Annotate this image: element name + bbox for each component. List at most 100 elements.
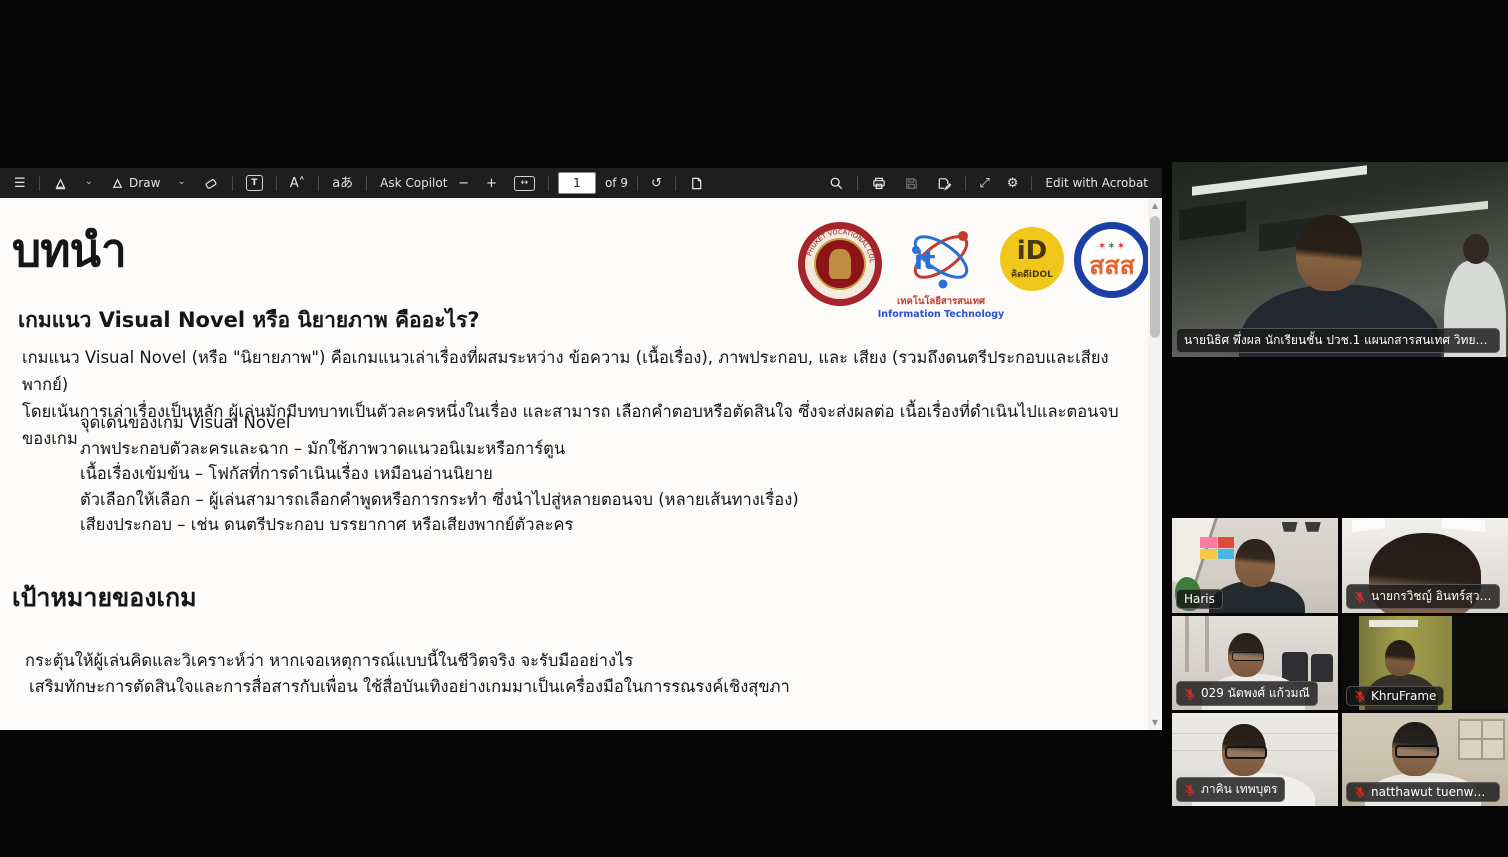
toolbar-divider — [857, 176, 858, 191]
translate-button[interactable]: aあ — [328, 175, 357, 192]
zoom-out-button[interactable]: − — [454, 175, 473, 192]
toolbar-divider — [675, 176, 676, 191]
phuket-vocational-college-logo: PHUKET VOCATIONAL COLLEGE — [798, 222, 882, 306]
search-button[interactable] — [825, 174, 848, 193]
rotate-button[interactable]: ↺ — [647, 175, 666, 192]
toolbar-divider — [1031, 176, 1032, 191]
participant-tile-pakin[interactable]: ภาคิน เทพบุตร — [1172, 713, 1338, 806]
goal-list: กระตุ้นให้ผู้เล่นคิดและวิเคราะห์ว่า หากเ… — [25, 648, 790, 700]
save-icon — [904, 176, 919, 191]
participant-tile-korawit[interactable]: นายกรวิชญ์ อินทร์สุวรรณ์ — [1342, 518, 1508, 613]
erase-button[interactable] — [199, 174, 223, 193]
toolbar-divider — [965, 176, 966, 191]
settings-button[interactable]: ⚙ — [1003, 175, 1023, 192]
participant-name-label: ภาคิน เทพบุตร — [1176, 777, 1285, 802]
participant-name-label: natthawut tuenweradet — [1346, 782, 1500, 802]
participant-name-label: Haris — [1176, 589, 1223, 609]
participant-tile-haris[interactable]: Haris — [1172, 518, 1338, 613]
participant-tile-029-nattapong[interactable]: 029 นัตพงศ์ แก้วมณี — [1172, 616, 1338, 710]
thaihealth-sss-logo: ✶✶✶ สสส — [1074, 222, 1150, 298]
it-caption-english: Information Technology — [878, 309, 1004, 320]
menu-icon[interactable]: ☰ — [10, 175, 30, 192]
toolbar-divider — [39, 176, 40, 191]
section-heading-game-goals: เป้าหมายของเกม — [12, 578, 197, 618]
ask-copilot-button[interactable]: Ask Copilot — [376, 174, 451, 192]
fit-width-icon: ↔ — [514, 176, 535, 191]
it-caption-thai: เทคโนโลยีสารสนเทศ — [897, 294, 985, 309]
pdf-page: บทนำ PHUKET VOCATIONAL COLLEGE — [0, 198, 1148, 730]
paragraph-line: เกมแนว Visual Novel (หรือ "นิยายภาพ") คื… — [22, 344, 1140, 398]
feature-item: เสียงประกอบ – เช่น ดนตรีประกอบ บรรยากาศ … — [80, 512, 799, 538]
participant-name-label: นายกรวิชญ์ อินทร์สุวรรณ์ — [1346, 584, 1500, 609]
participant-tile-natthawut[interactable]: natthawut tuenweradet — [1342, 713, 1508, 806]
kiddee-monogram: iD — [1017, 238, 1048, 264]
logo-row: PHUKET VOCATIONAL COLLEGE it เทคโนโลยีสา… — [798, 222, 1150, 320]
draw-pen-icon — [110, 176, 125, 191]
muted-mic-icon — [1184, 688, 1196, 700]
print-icon — [871, 176, 887, 191]
toolbar-divider — [318, 176, 319, 191]
draw-label: Draw — [129, 176, 160, 190]
fullscreen-button[interactable]: ⤢ — [975, 175, 993, 192]
participant-tile-khruframe[interactable]: KhruFrame — [1342, 616, 1508, 710]
fit-to-width-button[interactable]: ↔ — [510, 174, 539, 193]
goal-item: กระตุ้นให้ผู้เล่นคิดและวิเคราะห์ว่า หากเ… — [25, 648, 790, 674]
main-video-tile[interactable]: นายนิธิศ พึ่งผล นักเรียนชั้น ปวช.1 แผนกส… — [1172, 162, 1508, 357]
scrollbar-thumb[interactable] — [1150, 216, 1160, 338]
toolbar-divider — [637, 176, 638, 191]
svg-text:PHUKET VOCATIONAL COLLEGE: PHUKET VOCATIONAL COLLEGE — [798, 222, 876, 263]
muted-mic-icon — [1354, 690, 1366, 702]
page-number-input[interactable] — [558, 172, 596, 194]
draw-button[interactable]: Draw — [106, 174, 164, 193]
save-as-icon — [936, 176, 952, 191]
college-ring-text: PHUKET VOCATIONAL COLLEGE — [798, 222, 876, 263]
feature-item: จุดเด่นของเกม Visual Novel — [80, 410, 799, 436]
feature-item: ตัวเลือกให้เลือก – ผู้เล่นสามารถเลือกคำพ… — [80, 487, 799, 513]
scroll-down-arrow[interactable]: ▼ — [1148, 718, 1162, 727]
pdf-scrollbar[interactable]: ▲ ▼ — [1148, 198, 1162, 730]
muted-mic-icon — [1354, 786, 1366, 798]
page-view-icon — [689, 176, 704, 191]
feature-item: ภาพประกอบตัวละครและฉาก – มักใช้ภาพวาดแนว… — [80, 436, 799, 462]
information-technology-logo: it เทคโนโลยีสารสนเทศ Information Technol… — [892, 222, 990, 320]
section-heading-what-is-visual-novel: เกมแนว Visual Novel หรือ นิยายภาพ คืออะไ… — [18, 304, 480, 337]
highlight-button[interactable] — [49, 174, 72, 193]
glasses — [1225, 746, 1267, 759]
add-text-button[interactable]: T — [242, 173, 267, 193]
read-aloud-button[interactable]: A˄ — [286, 175, 309, 192]
pdf-toolbar: ☰ ⌄ Draw ⌄ T A˄ aあ Ask Copilot — [0, 168, 1162, 198]
highlighter-icon — [53, 176, 68, 191]
office-wall-logo — [1200, 537, 1234, 559]
feature-item: เนื้อเรื่องเข้มข้น – โฟกัสที่การดำเนินเร… — [80, 461, 799, 487]
pdf-viewer-window: ☰ ⌄ Draw ⌄ T A˄ aあ Ask Copilot — [0, 168, 1162, 730]
participant-name-label: 029 นัตพงศ์ แก้วมณี — [1176, 681, 1318, 706]
draw-chevron[interactable]: ⌄ — [173, 174, 189, 189]
feature-list: จุดเด่นของเกม Visual Novel ภาพประกอบตัวล… — [80, 410, 799, 538]
page-view-button[interactable] — [685, 174, 708, 193]
kiddee-idol-logo: iD คิดดีiDOL — [1000, 227, 1064, 291]
goal-item: เสริมทักษะการตัดสินใจและการสื่อสารกับเพื… — [25, 674, 790, 700]
zoom-in-button[interactable]: + — [482, 175, 501, 192]
page-count-label: of 9 — [605, 176, 628, 190]
print-button[interactable] — [867, 174, 891, 193]
search-icon — [829, 176, 844, 191]
participant-name-label: KhruFrame — [1346, 686, 1444, 706]
sss-text: สสส — [1089, 253, 1135, 278]
toolbar-divider — [232, 176, 233, 191]
edit-with-acrobat-button[interactable]: Edit with Acrobat — [1041, 174, 1152, 192]
main-participant-name-label: นายนิธิศ พึ่งผล นักเรียนชั้น ปวช.1 แผนกส… — [1176, 328, 1500, 353]
document-title: บทนำ — [12, 214, 126, 287]
eraser-icon — [203, 176, 219, 191]
text-box-icon: T — [246, 175, 263, 191]
it-logo-text: it — [914, 246, 935, 276]
glasses — [1395, 745, 1439, 758]
scroll-up-arrow[interactable]: ▲ — [1148, 201, 1162, 210]
save-button[interactable] — [900, 174, 923, 193]
save-as-button[interactable] — [932, 174, 956, 193]
toolbar-divider — [276, 176, 277, 191]
toolbar-divider — [366, 176, 367, 191]
kiddee-caption: คิดดีiDOL — [1011, 267, 1053, 281]
muted-mic-icon — [1184, 784, 1196, 796]
muted-mic-icon — [1354, 591, 1366, 603]
highlight-chevron[interactable]: ⌄ — [81, 174, 97, 189]
